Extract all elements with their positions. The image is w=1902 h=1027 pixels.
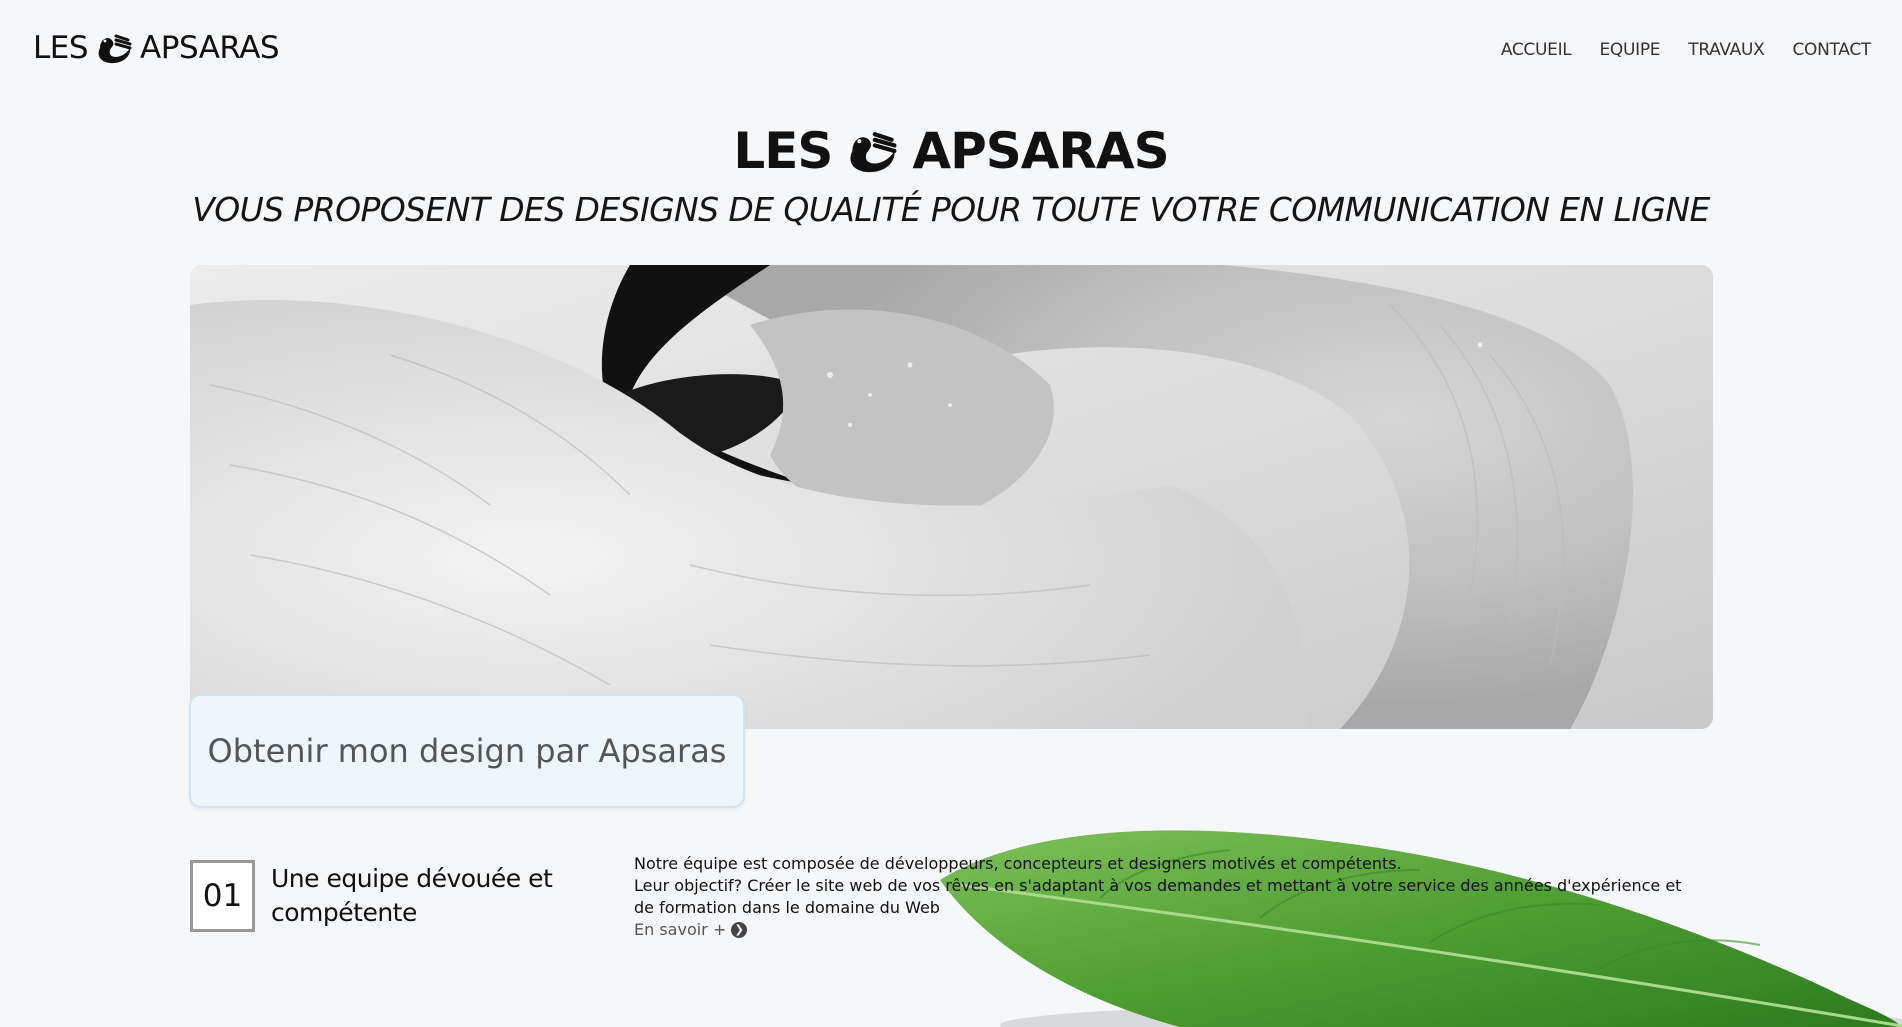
hero-title-left: LES (733, 122, 833, 180)
hero-subtitle: VOUS PROPOSENT DES DESIGNS DE QUALITÉ PO… (192, 190, 1710, 229)
brand-text-right: APSARAS (140, 30, 280, 66)
cta-get-design-button[interactable]: Obtenir mon design par Apsaras (189, 694, 745, 808)
learn-more-link[interactable]: En savoir + ❯ (634, 919, 748, 941)
hero-title-right: APSARAS (912, 122, 1169, 180)
brand-text-left: LES (33, 30, 89, 66)
swan-logo-icon (98, 34, 132, 64)
feature-number-box: 01 (190, 860, 255, 932)
hero-swan-image (190, 265, 1713, 729)
nav-accueil[interactable]: ACCUEIL (1501, 40, 1572, 60)
swan-photo (190, 265, 1713, 729)
feature-title: Une equipe dévouée et compétente (271, 864, 553, 927)
main-nav: ACCUEIL EQUIPE TRAVAUX CONTACT (1501, 40, 1871, 60)
swan-logo-icon (850, 132, 897, 173)
learn-more-label: En savoir + (634, 920, 727, 939)
nav-travaux[interactable]: TRAVAUX (1688, 40, 1765, 60)
feature-description: Notre équipe est composée de développeur… (634, 853, 1704, 941)
chevron-right-circle-icon: ❯ (731, 922, 748, 938)
feature-line-2: Leur objectif? Créer le site web de vos … (634, 876, 1682, 917)
brand-logo[interactable]: LES APSARAS (33, 30, 280, 66)
feature-line-1: Notre équipe est composée de développeur… (634, 854, 1402, 873)
hero-title: LES APSARAS (0, 122, 1902, 180)
nav-contact[interactable]: CONTACT (1792, 40, 1871, 60)
nav-equipe[interactable]: EQUIPE (1599, 40, 1660, 60)
